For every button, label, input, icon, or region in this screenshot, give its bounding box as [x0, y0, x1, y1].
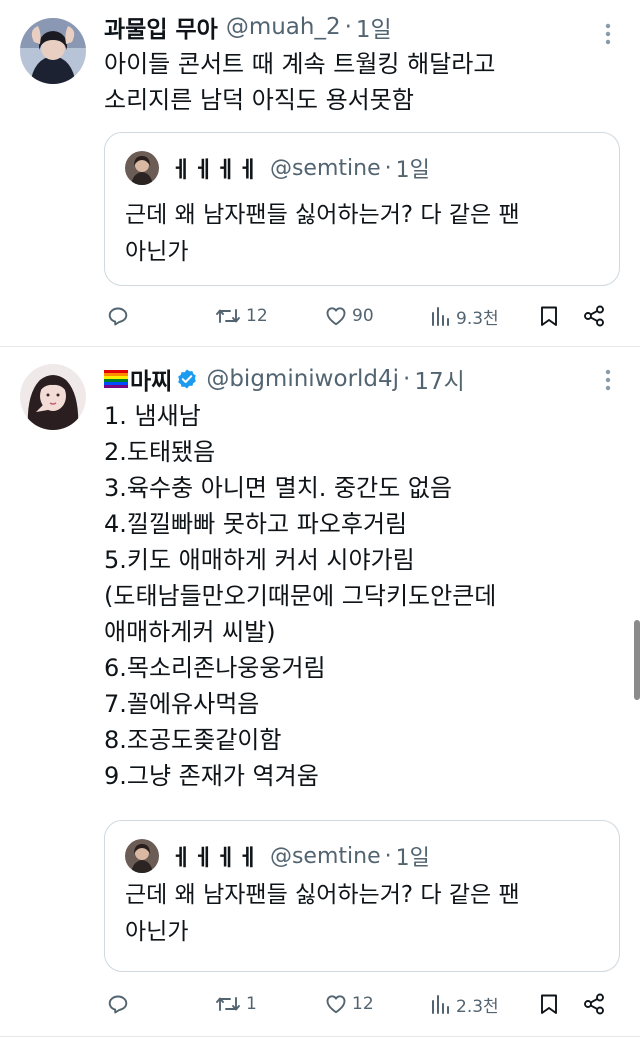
views-count: 2.3천: [456, 996, 499, 1017]
bookmark-button[interactable]: [538, 300, 560, 332]
tweet-header: 마찌 @bigminiworld4j · 17시: [104, 362, 600, 396]
reply-icon: [108, 995, 128, 1014]
tweet-text-line: 3.육수충 아니면 멸치. 중간도 없음: [104, 474, 453, 502]
views-count: 9.3천: [456, 308, 499, 329]
like-count: 12: [352, 994, 374, 1014]
quoted-display-name: ㅔㅔㅔㅔ: [171, 158, 260, 183]
like-button[interactable]: 90: [324, 300, 374, 332]
separator-dot: ·: [384, 843, 392, 869]
retweet-count: 12: [246, 306, 268, 326]
tweet-text-line: 5.키도 애매하게 커서 시야가림: [104, 546, 415, 574]
avatar[interactable]: [20, 18, 86, 84]
reply-button[interactable]: [106, 300, 130, 332]
like-button[interactable]: 12: [324, 988, 374, 1020]
bookmark-icon: [541, 306, 557, 326]
tweet-text-line: (도태남들만오기때문에 그닥키도안큰데: [104, 582, 497, 610]
retweet-icon: [216, 309, 240, 323]
tweet-text: 아이들 콘서트 때 계속 트월킹 해달라고 소리지른 남덕 아직도 용서못함: [104, 46, 610, 118]
display-name[interactable]: 마찌: [130, 362, 172, 396]
views-button[interactable]: 9.3천: [430, 300, 499, 332]
share-button[interactable]: [582, 300, 606, 332]
bookmark-button[interactable]: [538, 988, 560, 1020]
handle[interactable]: @muah_2: [226, 14, 341, 40]
separator-dot: ·: [344, 14, 352, 40]
retweet-count: 1: [246, 994, 257, 1014]
quoted-handle: @semtine: [269, 843, 381, 869]
quoted-timestamp: 1일: [395, 158, 430, 183]
timestamp[interactable]: 17시: [414, 362, 464, 396]
tweet[interactable]: 과물입 무아 @muah_2 · 1일 아이들 콘서트 때 계속 트월킹 해달라…: [0, 0, 640, 346]
quoted-avatar: [125, 839, 159, 873]
rainbow-flag-icon: [104, 370, 128, 388]
quoted-text-line: 근데 왜 남자팬들 싫어하는거? 다 같은 팬: [125, 882, 520, 908]
retweet-button[interactable]: 1: [214, 988, 257, 1020]
tweet-text: 1. 냄새남 2.도태됐음 3.육수충 아니면 멸치. 중간도 없음 4.낄낄빠…: [104, 398, 610, 794]
tweet-text-line: 애매하게커 씨발): [104, 618, 276, 646]
views-chart-icon: [432, 995, 449, 1014]
heart-icon: [326, 307, 346, 326]
quoted-tweet-header: ㅔㅔㅔㅔ @semtine · 1일: [125, 839, 430, 873]
tweet-text-line: 9.그냥 존재가 역겨움: [104, 762, 319, 790]
quoted-text-line: 아닌가: [125, 239, 189, 265]
tweet[interactable]: 마찌 @bigminiworld4j · 17시 1. 냄새남 2.도태됐음 3…: [0, 346, 640, 1036]
avatar[interactable]: [20, 364, 86, 430]
scrollbar-thumb[interactable]: [634, 620, 640, 700]
reply-icon: [108, 307, 128, 326]
tweet-text-line: 1. 냄새남: [104, 402, 201, 430]
like-count: 90: [352, 306, 374, 326]
quoted-display-name: ㅔㅔㅔㅔ: [171, 846, 260, 871]
tweet-text-line: 6.목소리존나웅웅거림: [104, 654, 326, 682]
views-chart-icon: [432, 307, 449, 326]
quoted-avatar: [125, 151, 159, 185]
quoted-text-line: 아닌가: [125, 919, 189, 945]
separator-dot: ·: [403, 366, 411, 392]
heart-icon: [326, 995, 346, 1014]
tweet-text-line: 아이들 콘서트 때 계속 트월킹 해달라고: [104, 50, 496, 78]
tweet-text-line: 8.조공도좆같이함: [104, 726, 282, 754]
bookmark-icon: [541, 994, 557, 1014]
share-icon: [584, 305, 604, 327]
tweet-text-line: 소리지른 남덕 아직도 용서못함: [104, 86, 414, 114]
tweet-actions: 1 12 2.3천: [104, 988, 620, 1020]
quoted-text: 근데 왜 남자팬들 싫어하는거? 다 같은 팬 아닌가: [125, 197, 603, 271]
display-name[interactable]: 과물입 무아: [104, 10, 218, 44]
retweet-button[interactable]: 12: [214, 300, 268, 332]
reply-button[interactable]: [106, 988, 130, 1020]
share-icon: [584, 993, 604, 1015]
quoted-tweet[interactable]: ㅔㅔㅔㅔ @semtine · 1일 근데 왜 남자팬들 싫어하는거? 다 같은…: [104, 132, 620, 286]
quoted-text: 근데 왜 남자팬들 싫어하는거? 다 같은 팬 아닌가: [125, 877, 603, 951]
tweet-header: 과물입 무아 @muah_2 · 1일: [104, 10, 600, 44]
share-button[interactable]: [582, 988, 606, 1020]
tweet-actions: 12 90 9.3천: [104, 300, 620, 332]
separator-dot: ·: [384, 155, 392, 181]
more-options-icon[interactable]: [598, 22, 618, 46]
quoted-handle: @semtine: [269, 155, 381, 181]
quoted-tweet[interactable]: ㅔㅔㅔㅔ @semtine · 1일 근데 왜 남자팬들 싫어하는거? 다 같은…: [104, 820, 620, 972]
tweet-text-line: 2.도태됐음: [104, 438, 216, 466]
display-name-wrap[interactable]: 마찌: [104, 362, 198, 396]
views-button[interactable]: 2.3천: [430, 988, 499, 1020]
verified-badge-icon: [178, 369, 197, 389]
quoted-text-line: 근데 왜 남자팬들 싫어하는거? 다 같은 팬: [125, 202, 520, 228]
divider: [0, 1036, 640, 1037]
more-options-icon[interactable]: [598, 368, 618, 392]
tweet-text-line: 7.꼴에유사먹음: [104, 690, 260, 718]
retweet-icon: [216, 997, 240, 1011]
handle[interactable]: @bigminiworld4j: [206, 366, 399, 392]
tweet-text-line: 4.낄낄빠빠 못하고 파오후거림: [104, 510, 408, 538]
quoted-tweet-header: ㅔㅔㅔㅔ @semtine · 1일: [125, 151, 430, 185]
quoted-timestamp: 1일: [395, 846, 430, 871]
timestamp[interactable]: 1일: [356, 10, 392, 44]
